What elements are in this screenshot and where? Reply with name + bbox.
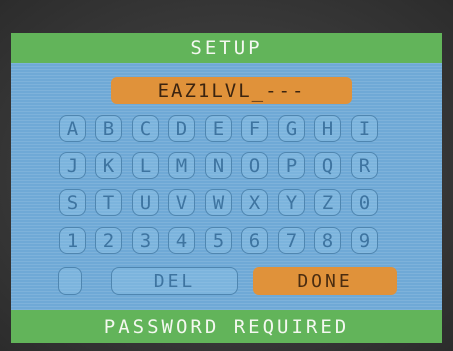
title-bar: SETUP	[11, 33, 442, 63]
screen-title: SETUP	[190, 37, 263, 59]
key-m[interactable]: M	[168, 152, 195, 179]
key-p[interactable]: P	[278, 152, 305, 179]
key-t[interactable]: T	[95, 189, 122, 216]
key-l[interactable]: L	[132, 152, 159, 179]
key-2[interactable]: 2	[95, 227, 122, 254]
key-c[interactable]: C	[132, 115, 159, 142]
key-b[interactable]: B	[95, 115, 122, 142]
key-0[interactable]: 0	[351, 189, 378, 216]
key-u[interactable]: U	[132, 189, 159, 216]
key-z[interactable]: Z	[314, 189, 341, 216]
status-bar: PASSWORD REQUIRED	[11, 310, 442, 343]
key-k[interactable]: K	[95, 152, 122, 179]
key-7[interactable]: 7	[278, 227, 305, 254]
key-6[interactable]: 6	[241, 227, 268, 254]
password-field[interactable]: EAZ1LVL_---	[111, 77, 352, 104]
key-3[interactable]: 3	[132, 227, 159, 254]
key-x[interactable]: X	[241, 189, 268, 216]
key-v[interactable]: V	[168, 189, 195, 216]
done-button[interactable]: DONE	[253, 267, 397, 295]
key-f[interactable]: F	[241, 115, 268, 142]
key-n[interactable]: N	[205, 152, 232, 179]
key-r[interactable]: R	[351, 152, 378, 179]
key-o[interactable]: O	[241, 152, 268, 179]
key-j[interactable]: J	[59, 152, 86, 179]
key-1[interactable]: 1	[59, 227, 86, 254]
key-q[interactable]: Q	[314, 152, 341, 179]
key-y[interactable]: Y	[278, 189, 305, 216]
key-5[interactable]: 5	[205, 227, 232, 254]
del-button[interactable]: DEL	[111, 267, 238, 295]
key-h[interactable]: H	[314, 115, 341, 142]
key-g[interactable]: G	[278, 115, 305, 142]
key-8[interactable]: 8	[314, 227, 341, 254]
key-a[interactable]: A	[59, 115, 86, 142]
status-message: PASSWORD REQUIRED	[103, 315, 350, 338]
key-i[interactable]: I	[351, 115, 378, 142]
key-4[interactable]: 4	[168, 227, 195, 254]
lcd-screen: SETUP EAZ1LVL_--- ABCDEFGHI JKLMNOPQR STUV…	[11, 33, 442, 343]
key-w[interactable]: W	[205, 189, 232, 216]
key-9[interactable]: 9	[351, 227, 378, 254]
space-key[interactable]	[58, 267, 82, 295]
device-bezel: SETUP EAZ1LVL_--- ABCDEFGHI JKLMNOPQR STUV…	[0, 0, 453, 351]
key-d[interactable]: D	[168, 115, 195, 142]
key-e[interactable]: E	[205, 115, 232, 142]
key-s[interactable]: S	[59, 189, 86, 216]
